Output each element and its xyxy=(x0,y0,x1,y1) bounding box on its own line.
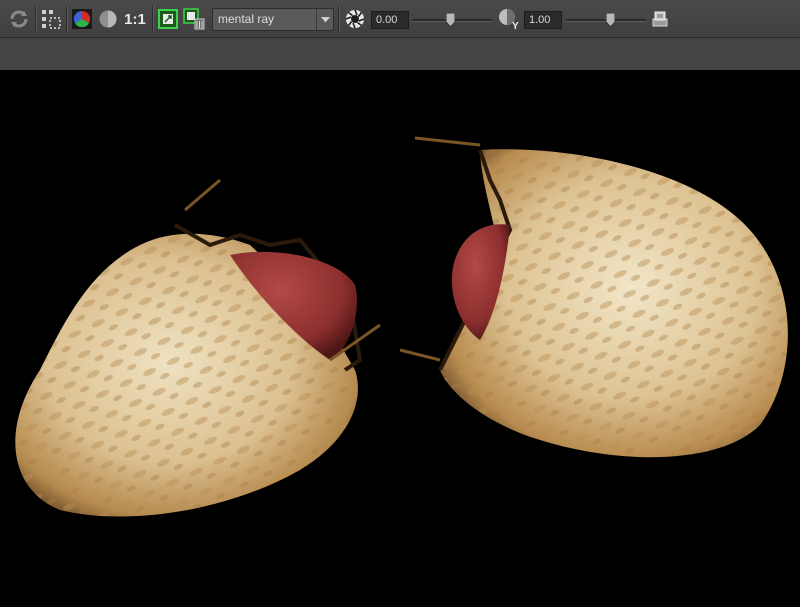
gamma-field[interactable]: 1.00 xyxy=(524,11,562,29)
separator xyxy=(35,6,37,32)
gamma-icon[interactable]: Y xyxy=(497,8,521,30)
gamma-value: 1.00 xyxy=(529,14,551,26)
separator xyxy=(66,6,68,32)
ratio-label: 1:1 xyxy=(124,10,146,28)
snapshot-icon[interactable] xyxy=(157,8,179,30)
render-view-toolbar: 1:1 mental ray 0.00 Y 1.00 xyxy=(0,0,800,38)
exposure-slider-handle[interactable] xyxy=(445,12,456,28)
render-settings-icon[interactable] xyxy=(650,8,670,30)
right-shell xyxy=(399,136,788,458)
separator xyxy=(338,6,340,32)
render-region-icon[interactable] xyxy=(40,8,62,30)
left-shell xyxy=(15,178,381,517)
alpha-channel-icon[interactable] xyxy=(97,8,119,30)
keep-image-icon[interactable] xyxy=(182,8,206,30)
refresh-icon[interactable] xyxy=(8,8,30,30)
svg-text:Y: Y xyxy=(512,21,519,30)
rendered-image xyxy=(15,136,788,517)
rgb-channels-icon[interactable] xyxy=(71,8,93,30)
gamma-slider-handle[interactable] xyxy=(605,12,616,28)
render-viewport xyxy=(0,70,800,607)
renderer-select-value: mental ray xyxy=(218,12,275,26)
separator xyxy=(152,6,154,32)
renderer-select[interactable]: mental ray xyxy=(212,8,334,31)
exposure-icon[interactable] xyxy=(344,8,366,30)
render-view-subbar xyxy=(0,38,800,70)
exposure-value: 0.00 xyxy=(376,14,398,26)
ratio-1-1-button[interactable]: 1:1 xyxy=(123,8,147,30)
exposure-field[interactable]: 0.00 xyxy=(371,11,409,29)
chevron-down-icon xyxy=(316,9,333,30)
